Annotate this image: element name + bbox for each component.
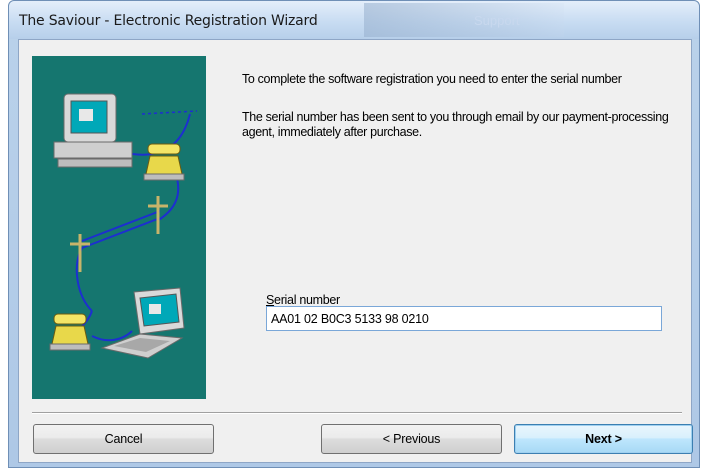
intro-text: To complete the software registration yo… [242,72,622,86]
wizard-illustration [32,56,206,399]
background-window-tab: Support [364,3,564,37]
cancel-button[interactable]: Cancel [33,424,214,454]
desktop-computer-icon [53,93,133,168]
serial-number-label: Serial number [266,293,340,307]
separator [32,412,682,414]
telephone-icon [143,143,185,181]
previous-button[interactable]: < Previous [321,424,502,454]
serial-label-text: erial number [274,293,340,307]
title-bar[interactable]: The Saviour - Electronic Registration Wi… [9,1,699,39]
background-tab-label: Support [474,13,520,28]
detail-text: The serial number has been sent to you t… [242,110,669,139]
wizard-window: The Saviour - Electronic Registration Wi… [8,0,700,468]
laptop-icon [100,287,185,359]
telephone-icon [49,313,91,351]
window-title: The Saviour - Electronic Registration Wi… [19,13,318,29]
next-button[interactable]: Next > [514,424,693,454]
serial-number-input[interactable] [266,306,662,331]
wizard-body: To complete the software registration yo… [18,39,693,463]
serial-label-mnemonic: S [266,293,275,307]
